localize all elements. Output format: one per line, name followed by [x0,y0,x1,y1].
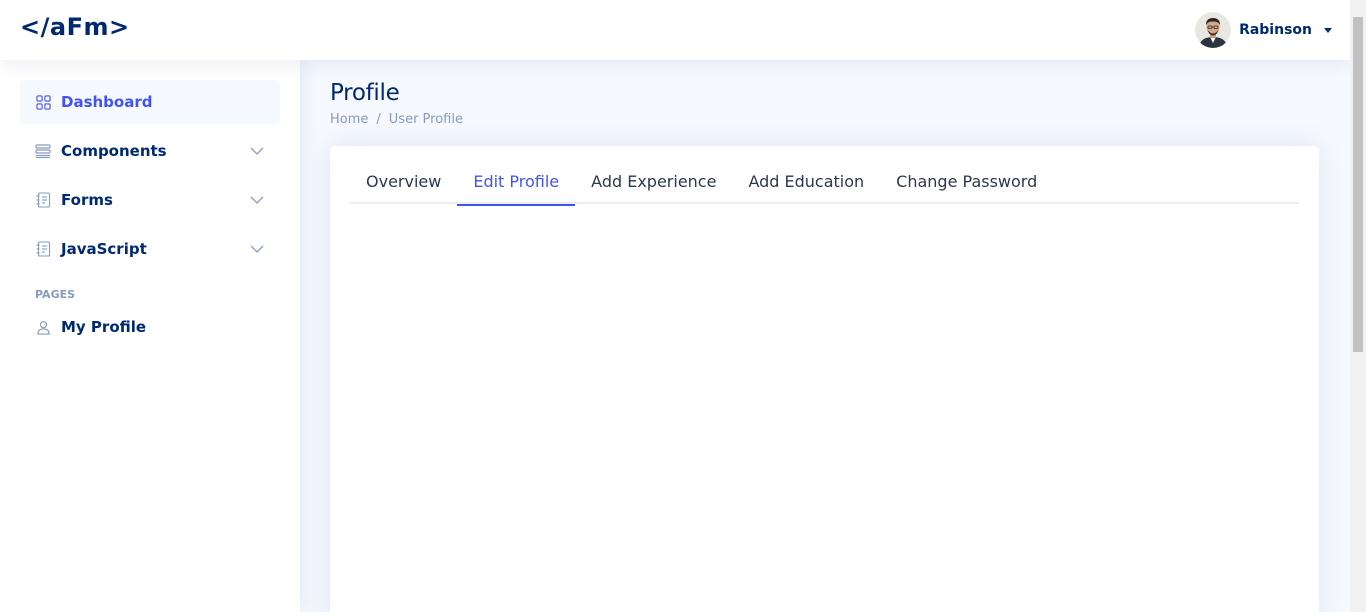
sidebar: Dashboard Components Forms JavaScript PA… [0,60,300,612]
chevron-down-icon [250,147,264,155]
tab-add-education[interactable]: Add Education [732,166,880,204]
page-title: Profile [330,80,400,106]
sidebar-item-label: Components [61,142,167,160]
journal-text-icon [35,241,51,257]
sidebar-item-dashboard[interactable]: Dashboard [20,80,280,124]
caret-down-icon [1324,28,1332,33]
user-menu-toggle[interactable]: Rabinson [1195,12,1332,48]
chevron-down-icon [250,196,264,204]
tab-add-experience[interactable]: Add Experience [575,166,732,204]
menu-icon [35,143,51,159]
top-header: </aFm> Rabinson [0,0,1350,60]
sidebar-item-javascript[interactable]: JavaScript [20,227,280,271]
sidebar-item-label: JavaScript [61,240,147,258]
vertical-scrollbar[interactable] [1350,0,1366,612]
breadcrumb-separator: / [376,112,381,127]
breadcrumb-current: User Profile [388,112,463,127]
breadcrumb: Home / User Profile [330,112,1320,127]
logo[interactable]: </aFm> [20,13,130,41]
chevron-down-icon [250,245,264,253]
sidebar-item-label: My Profile [61,318,147,336]
sidebar-item-components[interactable]: Components [20,129,280,173]
person-icon [35,319,51,335]
grid-icon [35,94,51,110]
tab-edit-profile[interactable]: Edit Profile [457,166,575,206]
sidebar-item-my-profile[interactable]: My Profile [20,305,280,349]
main-content: Profile Home / User Profile Overview Edi… [300,60,1350,612]
tab-change-password[interactable]: Change Password [880,166,1053,204]
sidebar-item-forms[interactable]: Forms [20,178,280,222]
profile-tabs: Overview Edit Profile Add Experience Add… [350,166,1299,206]
scrollbar-thumb[interactable] [1353,17,1363,352]
journal-text-icon [35,192,51,208]
sidebar-item-label: Dashboard [61,93,153,111]
sidebar-item-label: Forms [61,191,113,209]
user-avatar [1195,12,1232,48]
tab-overview[interactable]: Overview [350,166,457,204]
breadcrumb-home[interactable]: Home [330,112,368,127]
user-name[interactable]: Rabinson [1239,22,1312,38]
sidebar-heading-pages: PAGES [35,288,76,301]
profile-card: Overview Edit Profile Add Experience Add… [330,146,1319,612]
